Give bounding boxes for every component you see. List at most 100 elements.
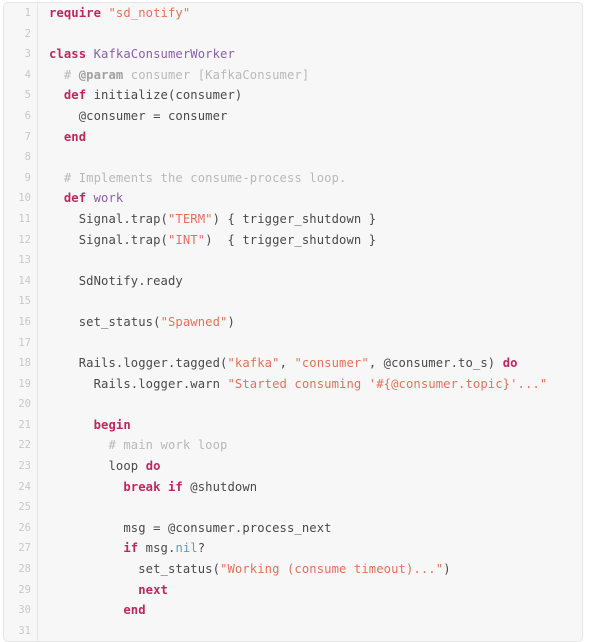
line-number: 17: [4, 332, 38, 354]
line-content-13[interactable]: [37, 250, 582, 271]
line-content-2[interactable]: [37, 23, 582, 45]
code-line-3: 3 class KafkaConsumerWorker: [4, 44, 582, 65]
line-content-7[interactable]: end: [37, 126, 582, 148]
line-number: 25: [4, 497, 38, 518]
line-content-29[interactable]: next: [37, 579, 582, 601]
line-number: 11: [4, 208, 38, 230]
code-line-15: 15: [4, 291, 582, 312]
token-string: "sd_notify": [108, 6, 191, 20]
line-content-27[interactable]: if msg.nil?: [37, 538, 582, 560]
line-content-15[interactable]: [37, 291, 582, 312]
line-content-3[interactable]: class KafkaConsumerWorker: [37, 44, 582, 65]
code-line-19: 19 Rails.logger.warn "Started consuming …: [4, 373, 582, 395]
token-string: "kafka": [227, 356, 280, 371]
line-content-31[interactable]: [37, 620, 582, 641]
code-line-8: 8: [4, 147, 582, 168]
code-line-28: 28 set_status("Working (consume timeout)…: [4, 559, 582, 580]
token-comment-tag: @param: [78, 67, 124, 82]
token-plain: ) { trigger_shutdown }: [212, 211, 377, 226]
line-content-12[interactable]: Signal.trap("INT") { trigger_shutdown }: [37, 229, 582, 251]
token-keyword: if: [123, 541, 139, 556]
code-line-30: 30 end: [4, 600, 582, 621]
line-content-24[interactable]: break if @shutdown: [37, 476, 582, 498]
line-content-22[interactable]: # main work loop: [37, 435, 582, 457]
token-plain: initialize(consumer): [86, 88, 243, 103]
code-line-10: 10 def work: [4, 188, 582, 209]
line-content-8[interactable]: [37, 147, 582, 168]
token-keyword: class: [49, 47, 87, 62]
line-content-26[interactable]: msg = @consumer.process_next: [37, 517, 582, 539]
line-content-6[interactable]: @consumer = consumer: [37, 105, 582, 127]
line-content-18[interactable]: Rails.logger.tagged("kafka", "consumer",…: [37, 353, 582, 374]
token-plain: loop: [49, 459, 146, 474]
line-content-1[interactable]: require "sd_notify": [37, 3, 582, 24]
token-keyword: end: [123, 603, 146, 618]
token-plain: @shutdown: [182, 479, 258, 494]
line-content-17[interactable]: [37, 332, 582, 354]
code-line-5: 5 def initialize(consumer): [4, 85, 582, 106]
code-line-12: 12 Signal.trap("INT") { trigger_shutdown…: [4, 229, 582, 251]
token-comment: #: [49, 67, 79, 82]
token-plain: ) { trigger_shutdown }: [205, 232, 377, 247]
token-plain: ): [443, 562, 451, 577]
token-plain: set_status(: [49, 314, 161, 329]
code-line-6: 6 @consumer = consumer: [4, 105, 582, 127]
code-line-1: 1 require "sd_notify": [4, 3, 582, 24]
token-plain: msg.: [138, 541, 176, 556]
token-string: "Working (consume timeout)...": [220, 562, 444, 577]
token-plain: ): [227, 314, 235, 329]
line-content-19[interactable]: Rails.logger.warn "Started consuming '#{…: [37, 373, 582, 395]
code-line-18: 18 Rails.logger.tagged("kafka", "consume…: [4, 353, 582, 374]
line-number: 1: [4, 3, 38, 24]
token-keyword: def: [63, 191, 87, 206]
line-number: 28: [4, 559, 38, 580]
code-line-26: 26 msg = @consumer.process_next: [4, 517, 582, 539]
line-content-21[interactable]: begin: [37, 414, 582, 436]
line-content-23[interactable]: loop do: [37, 456, 582, 477]
token-keyword: def: [63, 88, 87, 103]
token-class-name: KafkaConsumerWorker: [93, 47, 235, 62]
token-plain: msg = @consumer.process_next: [49, 520, 332, 535]
line-content-4[interactable]: # @param consumer [KafkaConsumer]: [37, 64, 582, 86]
token-keyword: end: [63, 129, 87, 144]
code-line-20: 20: [4, 394, 582, 415]
line-content-25[interactable]: [37, 497, 582, 518]
token-method-name: work: [93, 191, 124, 206]
line-content-10[interactable]: def work: [37, 188, 582, 209]
code-line-16: 16 set_status("Spawned"): [4, 311, 582, 333]
token-string: "TERM": [168, 211, 213, 226]
line-number: 9: [4, 167, 38, 189]
line-content-9[interactable]: # Implements the consume-process loop.: [37, 167, 582, 189]
line-number: 31: [4, 620, 38, 641]
token-plain: ,: [279, 356, 295, 371]
line-number: 7: [4, 126, 38, 148]
token-string: "INT": [168, 232, 206, 247]
line-content-28[interactable]: set_status("Working (consume timeout)...…: [37, 559, 582, 580]
line-content-11[interactable]: Signal.trap("TERM") { trigger_shutdown }: [37, 208, 582, 230]
line-content-5[interactable]: def initialize(consumer): [37, 85, 582, 106]
line-content-20[interactable]: [37, 394, 582, 415]
code-line-22: 22 # main work loop: [4, 435, 582, 457]
code-line-24: 24 break if @shutdown: [4, 476, 582, 498]
line-content-30[interactable]: end: [37, 600, 582, 621]
line-number: 13: [4, 250, 38, 271]
line-content-16[interactable]: set_status("Spawned"): [37, 311, 582, 333]
token-plain: , @consumer.to_s): [368, 356, 503, 371]
code-block[interactable]: 1 require "sd_notify" 2 3 class KafkaCon…: [3, 2, 583, 642]
line-number: 18: [4, 353, 38, 374]
token-string: "Started consuming '#{@consumer.topic}'.…: [227, 376, 548, 391]
line-number: 4: [4, 64, 38, 86]
line-number: 10: [4, 188, 38, 209]
code-line-21: 21 begin: [4, 414, 582, 436]
line-content-14[interactable]: SdNotify.ready: [37, 270, 582, 292]
line-number: 3: [4, 44, 38, 65]
token-plain: ?: [197, 541, 206, 556]
